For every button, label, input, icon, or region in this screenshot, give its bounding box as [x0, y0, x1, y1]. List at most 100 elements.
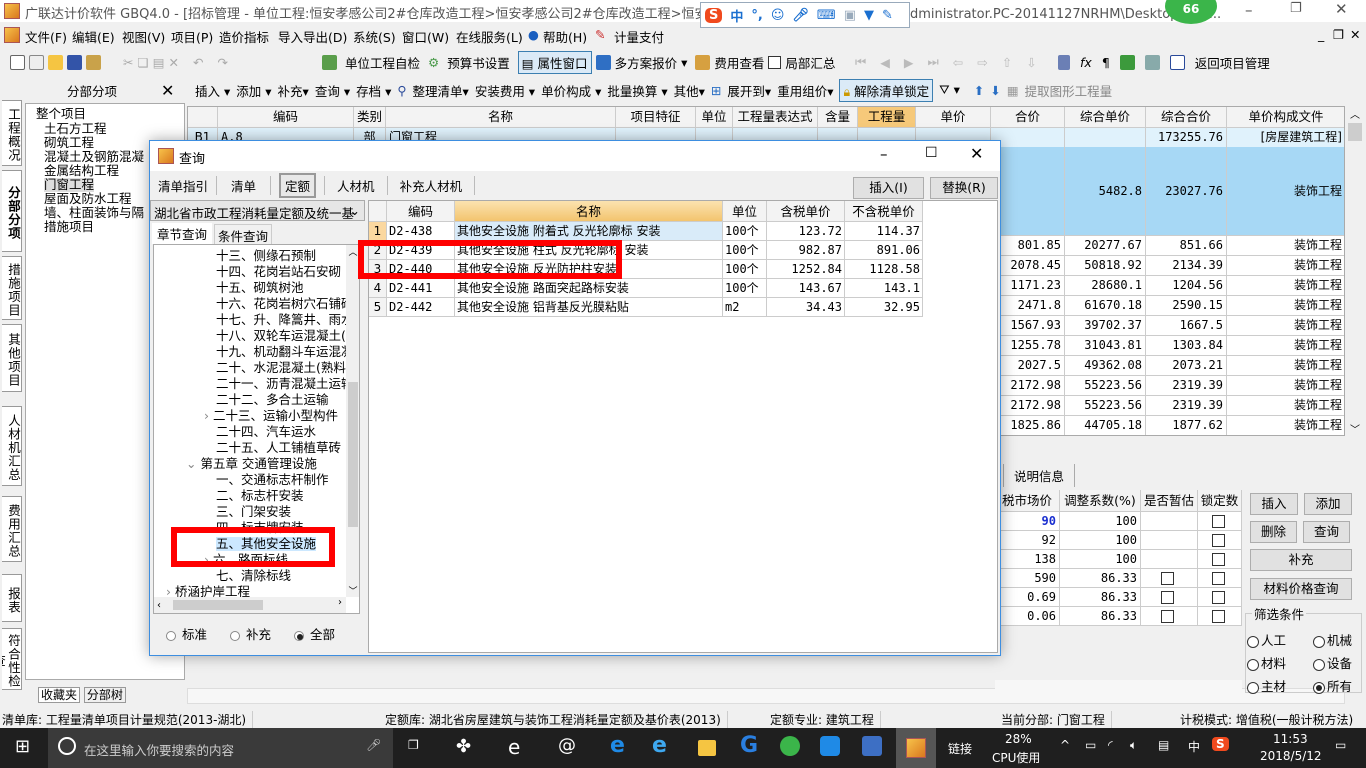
quota-row-notax[interactable]: 114.37	[845, 222, 923, 241]
vtab-measures[interactable]: 措施项目	[2, 256, 22, 320]
adjust-coef[interactable]: 86.33	[1060, 607, 1141, 626]
paragraph-icon[interactable]: ¶	[1102, 55, 1110, 70]
query-menu[interactable]: 查询 ▾	[315, 81, 350, 100]
quota-row-tax[interactable]: 123.72	[767, 222, 845, 241]
tab-favorites[interactable]: 收藏夹	[38, 687, 81, 703]
quota-row-tax[interactable]: 34.43	[767, 298, 845, 317]
scope-radio[interactable]	[166, 630, 176, 641]
market-price[interactable]: 138	[995, 550, 1060, 569]
blue-app-icon[interactable]	[820, 736, 840, 756]
delete-icon[interactable]: ✕	[169, 55, 179, 70]
chapter-tree-item[interactable]: › 二十三、运输小型构件	[204, 409, 338, 423]
taskbar-search[interactable]: 在这里输入你要搜索的内容 🎤︎	[48, 728, 393, 768]
other-menu[interactable]: 其他▾	[674, 81, 705, 100]
row-file[interactable]: 装饰工程	[1227, 396, 1344, 416]
copy-icon[interactable]: ❏	[137, 55, 148, 70]
row-file[interactable]: 装饰工程	[1227, 276, 1344, 296]
row-unit-comp[interactable]: 55223.56	[1065, 396, 1146, 416]
filter-option-0[interactable]: 人工	[1247, 630, 1286, 649]
quota-row-tax[interactable]: 143.67	[767, 279, 845, 298]
subtab-chapter[interactable]: 章节查询	[152, 223, 213, 244]
grid-header-1[interactable]: 类别	[354, 107, 386, 128]
open-icon[interactable]	[48, 54, 63, 70]
windows-start-icon[interactable]: ⊞	[15, 736, 30, 757]
lock-checkbox[interactable]	[1211, 572, 1225, 585]
scope-option-1[interactable]: 补充	[230, 624, 271, 643]
expand-menu[interactable]: 展开到▾	[727, 81, 771, 100]
filter-option-2[interactable]: 材料	[1247, 653, 1286, 672]
chapter-tree-item[interactable]: 三、门架安装	[216, 505, 291, 519]
menu-window[interactable]: 窗口(W)	[402, 27, 449, 46]
glodon-icon[interactable]: G	[740, 733, 758, 758]
grid-header-6[interactable]: 含量	[818, 107, 858, 128]
grid-header-12[interactable]: 单价构成文件	[1227, 107, 1344, 128]
new-icon[interactable]	[10, 54, 25, 70]
row-total-comp[interactable]: 2590.15	[1146, 296, 1227, 316]
paint-icon[interactable]: ⛛ ▾	[939, 82, 960, 98]
row-total-comp[interactable]: 1667.5	[1146, 316, 1227, 336]
adjust-coef[interactable]: 100	[1060, 512, 1141, 531]
row-unit-comp[interactable]: 55223.56	[1065, 376, 1146, 396]
move-down-icon[interactable]: ⬇	[990, 83, 1000, 98]
row-total-comp[interactable]: 851.66	[1146, 236, 1227, 256]
wrench-icon[interactable]: ✎	[882, 8, 893, 23]
row-unit-comp[interactable]: 28680.1	[1065, 276, 1146, 296]
menu-measure-pay[interactable]: 计量支付	[614, 27, 664, 46]
paste-icon[interactable]: ▤	[153, 55, 165, 70]
quota-row-unit[interactable]: 100个	[723, 279, 767, 298]
chapter-tree-item[interactable]: 二十五、人工铺植草砖	[216, 441, 341, 455]
market-price[interactable]: 590	[995, 569, 1060, 588]
dialog-minimize-button[interactable]: –	[880, 145, 888, 163]
row-amount[interactable]: 2078.45	[991, 256, 1065, 276]
gbq-taskbar-item[interactable]	[896, 728, 936, 768]
menu-import-export[interactable]: 导入导出(D)	[278, 27, 347, 46]
quota-row-notax[interactable]: 1128.58	[845, 260, 923, 279]
row-amount[interactable]: 1255.78	[991, 336, 1065, 356]
quota-row-code[interactable]: D2-438	[387, 222, 455, 241]
provisional-checkbox[interactable]	[1161, 572, 1174, 585]
book-app-icon[interactable]	[862, 736, 882, 756]
row-file[interactable]: 装饰工程	[1227, 356, 1344, 376]
self-check-button[interactable]: 单位工程自检	[341, 51, 424, 74]
resource-header-3[interactable]: 锁定数	[1198, 490, 1242, 512]
chapter-tree-item[interactable]: 十三、侧缘石预制	[216, 249, 316, 263]
partial-summary-checkbox[interactable]	[768, 55, 782, 69]
fee-view-button[interactable]: 费用查看	[714, 53, 764, 72]
undo-icon[interactable]: ↶	[193, 55, 203, 70]
wifi-icon[interactable]: ◜	[1108, 738, 1113, 752]
tree-item[interactable]: 土石方工程	[44, 122, 107, 136]
unit-price-menu[interactable]: 单价构成 ▾	[541, 81, 601, 100]
dialog-tab-quota[interactable]: 定额	[279, 172, 317, 198]
lock-checkbox[interactable]	[1211, 534, 1225, 547]
tree-item[interactable]: 墙、柱面装饰与隔	[44, 206, 144, 220]
menu-online[interactable]: 在线服务(L)	[456, 27, 523, 46]
quota-row-notax[interactable]: 143.1	[845, 279, 923, 298]
row-total-comp[interactable]: 2319.39	[1146, 376, 1227, 396]
row-file[interactable]: 装饰工程	[1227, 316, 1344, 336]
cube-icon[interactable]	[1119, 54, 1135, 70]
adjust-coef[interactable]: 100	[1060, 531, 1141, 550]
up-arrow-icon[interactable]: ⇧	[1002, 55, 1012, 70]
dialog-insert-button[interactable]: 插入(I)	[853, 177, 924, 199]
quota-header-1[interactable]: 名称	[455, 201, 723, 222]
row-unit-comp[interactable]: 50818.92	[1065, 256, 1146, 276]
cut-icon[interactable]: ✂	[123, 55, 133, 70]
return-project-button[interactable]: 返回项目管理	[1195, 53, 1270, 72]
selected-row-cell[interactable]	[991, 147, 1065, 236]
lock-checkbox[interactable]	[1211, 553, 1225, 566]
row-amount[interactable]: 801.85	[991, 236, 1065, 256]
tree-item[interactable]: 措施项目	[44, 220, 94, 234]
supplement-menu[interactable]: 补充▾	[278, 81, 309, 100]
vtab-sections[interactable]: 分部分项	[2, 170, 22, 252]
redo-icon[interactable]: ↷	[217, 55, 227, 70]
keyboard-icon[interactable]: ⌨	[817, 8, 836, 23]
grid-header-4[interactable]: 单位	[696, 107, 733, 128]
row-file[interactable]: 装饰工程	[1227, 236, 1344, 256]
provisional-checkbox[interactable]	[1161, 610, 1174, 623]
menu-system[interactable]: 系统(S)	[353, 27, 396, 46]
restore-button[interactable]: ❐	[1290, 1, 1302, 16]
grid-header-7[interactable]: 工程量	[858, 107, 916, 128]
grid-header-9[interactable]: 合价	[991, 107, 1065, 128]
quota-row-n[interactable]: 4	[369, 279, 387, 298]
chapter-tree-item[interactable]: ⌄ 第五章 交通管理设施	[186, 457, 317, 471]
